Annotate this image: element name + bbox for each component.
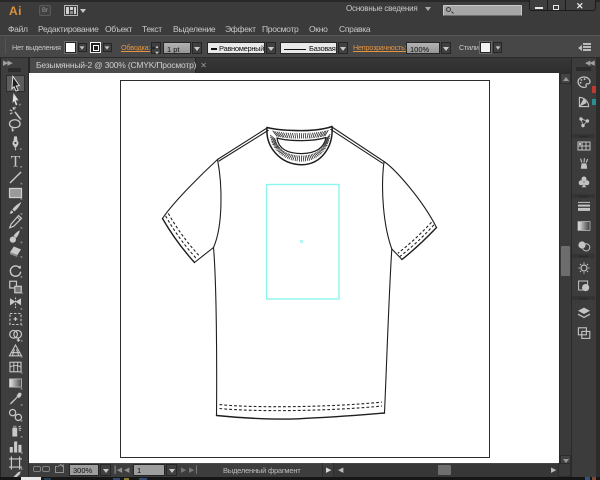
svg-text:T: T	[11, 153, 21, 170]
